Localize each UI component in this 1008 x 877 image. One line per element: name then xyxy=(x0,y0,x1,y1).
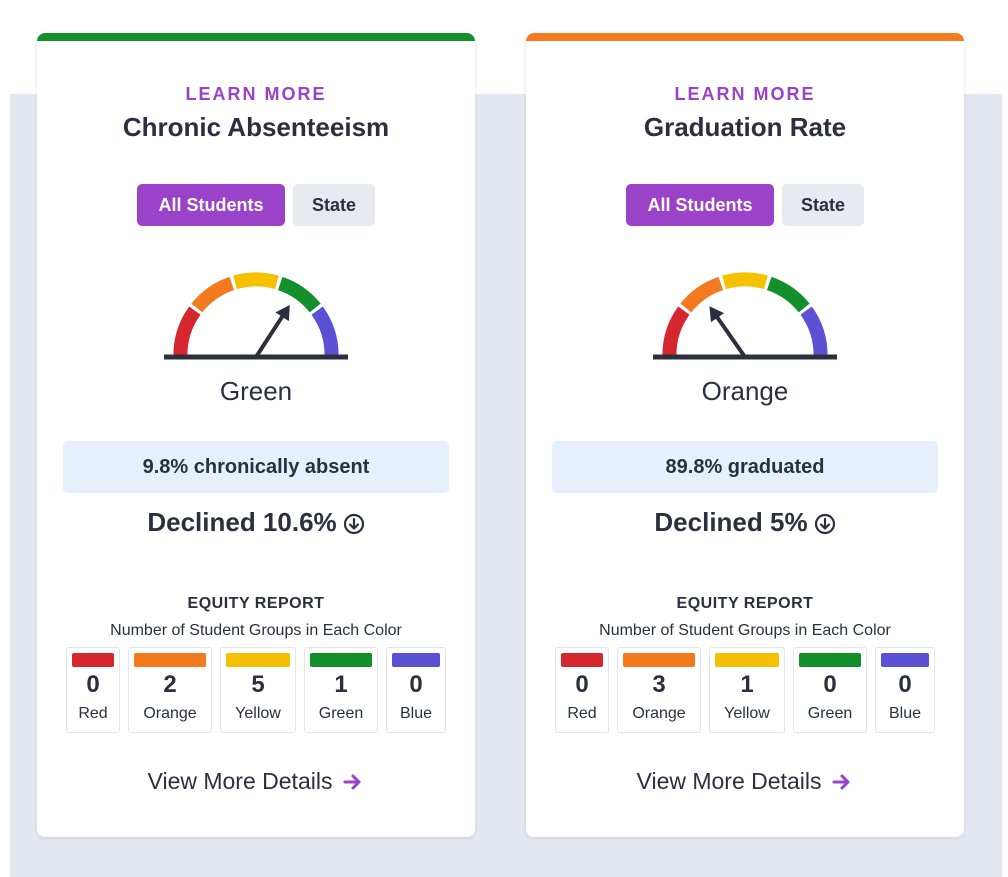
tile-count: 5 xyxy=(251,671,265,698)
equity-report-title: EQUITY REPORT xyxy=(187,595,325,612)
details-link-text: View More Details xyxy=(636,768,822,794)
details-link-text: View More Details xyxy=(147,768,333,794)
tile-count: 0 xyxy=(409,671,423,698)
tile-count: 0 xyxy=(823,671,837,698)
tile-count: 3 xyxy=(652,671,666,698)
equity-report-title: EQUITY REPORT xyxy=(676,595,814,612)
gauge-segment-yellow xyxy=(233,272,279,290)
tile-label: Blue xyxy=(888,705,922,722)
equity-report-subtitle: Number of Student Groups in Each Color xyxy=(110,622,402,639)
gauge-segment-orange xyxy=(191,276,235,313)
gauge-segment-red xyxy=(173,306,201,356)
tile-label: Yellow xyxy=(235,705,281,722)
tile-label: Green xyxy=(318,705,364,722)
view-more-details-link[interactable]: View More Details xyxy=(37,768,475,795)
equity-report-subtitle: Number of Student Groups in Each Color xyxy=(599,622,891,639)
gauge xyxy=(164,272,348,360)
all-students-button[interactable]: All Students xyxy=(626,184,774,226)
color-bar-yellow xyxy=(715,653,779,667)
equity-tile-blue: 0 Blue xyxy=(386,647,446,733)
stat-text: 9.8% chronically absent xyxy=(142,455,370,478)
gauge-segment-orange xyxy=(680,276,724,313)
equity-tile-red: 0 Red xyxy=(66,647,120,733)
color-bar-orange xyxy=(623,653,695,667)
change-indicator: Declined 5% xyxy=(526,507,964,538)
tile-count: 1 xyxy=(334,671,348,698)
tile-count: 2 xyxy=(163,671,177,698)
color-bar-green xyxy=(799,653,861,667)
equity-tile-green: 0 Green xyxy=(793,647,867,733)
equity-tile-green: 1 Green xyxy=(304,647,378,733)
tile-label: Orange xyxy=(143,705,197,722)
all-students-button[interactable]: All Students xyxy=(137,184,285,226)
color-bar-yellow xyxy=(226,653,290,667)
learn-more-link[interactable]: LEARN MORE xyxy=(526,84,964,105)
arrow-down-circle-icon xyxy=(343,513,364,534)
color-bar-green xyxy=(310,653,372,667)
status-label: Green xyxy=(219,376,293,406)
equity-tile-red: 0 Red xyxy=(555,647,609,733)
color-bar-blue xyxy=(881,653,929,667)
card-accent-bar xyxy=(526,33,964,41)
equity-tiles: 0 Red 2 Orange 5 Yellow 1 Green 0 Blue xyxy=(37,647,475,733)
student-toggle: All Students State xyxy=(526,184,964,226)
equity-tile-orange: 3 Orange xyxy=(617,647,701,733)
equity-tile-yellow: 5 Yellow xyxy=(220,647,296,733)
tile-label: Orange xyxy=(632,705,686,722)
gauge-segment-blue xyxy=(311,306,339,356)
tile-label: Red xyxy=(78,705,108,722)
arrow-right-icon xyxy=(832,774,850,789)
color-bar-orange xyxy=(134,653,206,667)
tile-count: 0 xyxy=(86,671,100,698)
card-title: Graduation Rate xyxy=(643,112,847,142)
tile-count: 0 xyxy=(575,671,589,698)
gauge-segment-yellow xyxy=(722,272,768,290)
tile-label: Blue xyxy=(399,705,433,722)
arrow-right-icon xyxy=(343,774,361,789)
gauge-needle xyxy=(254,305,290,359)
stat-text: 89.8% graduated xyxy=(665,455,825,478)
change-indicator: Declined 10.6% xyxy=(37,507,475,538)
equity-tiles: 0 Red 3 Orange 1 Yellow 0 Green 0 Blue xyxy=(526,647,964,733)
stat-box: 9.8% chronically absent xyxy=(63,441,449,493)
gauge xyxy=(653,272,837,360)
card-accent-bar xyxy=(37,33,475,41)
gauge-segment-green xyxy=(766,276,810,313)
stat-box: 89.8% graduated xyxy=(552,441,938,493)
gauge-segment-blue xyxy=(800,306,828,356)
equity-tile-blue: 0 Blue xyxy=(875,647,935,733)
equity-tile-yellow: 1 Yellow xyxy=(709,647,785,733)
tile-label: Yellow xyxy=(724,705,770,722)
gauge-needle xyxy=(709,306,747,359)
learn-more-link[interactable]: LEARN MORE xyxy=(37,84,475,105)
view-more-details-link[interactable]: View More Details xyxy=(526,768,964,795)
tile-label: Green xyxy=(807,705,853,722)
card-title: Chronic Absenteeism xyxy=(122,112,390,142)
card-graduation-rate: LEARN MORE Graduation Rate All Students … xyxy=(526,33,964,837)
tile-count: 0 xyxy=(898,671,912,698)
status-label: Orange xyxy=(701,376,789,406)
tile-count: 1 xyxy=(740,671,754,698)
color-bar-red xyxy=(72,653,114,667)
arrow-down-circle-icon xyxy=(814,513,835,534)
gauge-segment-red xyxy=(662,306,690,356)
change-text: Declined 5% xyxy=(654,507,808,537)
color-bar-blue xyxy=(392,653,440,667)
change-text: Declined 10.6% xyxy=(147,507,337,537)
card-chronic-absenteeism: LEARN MORE Chronic Absenteeism All Stude… xyxy=(37,33,475,837)
gauge-segment-green xyxy=(277,276,321,313)
equity-tile-orange: 2 Orange xyxy=(128,647,212,733)
state-button[interactable]: State xyxy=(293,184,375,226)
student-toggle: All Students State xyxy=(37,184,475,226)
color-bar-red xyxy=(561,653,603,667)
tile-label: Red xyxy=(567,705,597,722)
state-button[interactable]: State xyxy=(782,184,864,226)
